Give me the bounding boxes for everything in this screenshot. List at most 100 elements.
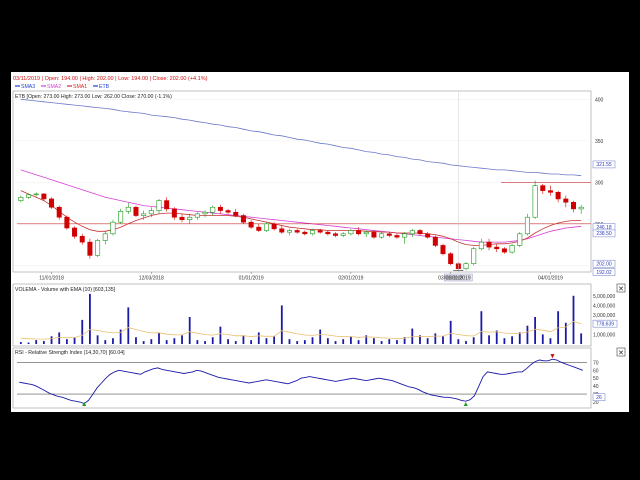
volume-bar: [211, 337, 214, 344]
candle-body: [386, 233, 392, 236]
candle-body: [141, 213, 147, 216]
candle-body: [371, 231, 377, 238]
volume-bar: [526, 325, 529, 344]
rsi-y-tick-label: 40: [593, 384, 599, 390]
candle-body: [402, 233, 408, 238]
volume-bar: [549, 338, 552, 344]
candle-body: [563, 198, 569, 203]
volume-bar: [188, 317, 191, 344]
candle-body: [194, 213, 200, 218]
candle-body: [148, 210, 154, 215]
volume-bar: [65, 339, 68, 344]
candle-body: [110, 221, 116, 235]
volume-bar: [319, 329, 322, 344]
candle-body: [256, 226, 262, 231]
candle-body: [570, 201, 576, 210]
candle-body: [547, 190, 553, 193]
candle-body: [471, 248, 477, 264]
volume-bar: [257, 332, 260, 344]
candle-body: [118, 211, 124, 223]
volume-bar: [564, 322, 567, 344]
volume-bar: [96, 335, 99, 344]
x-tick-label: 01/01/2019: [239, 276, 264, 282]
candle-body: [432, 236, 438, 246]
close-icon: ✕: [618, 350, 624, 357]
candle-body: [578, 206, 584, 210]
price-tag: 202.00: [596, 261, 612, 267]
candle-body: [517, 233, 523, 246]
candle-body: [540, 185, 546, 191]
candle-body: [187, 216, 193, 220]
candle-body: [64, 216, 70, 229]
y-tick-label: 350: [595, 139, 604, 145]
candle-body: [356, 230, 362, 235]
volume-bar: [472, 337, 475, 344]
candle-body: [340, 233, 346, 236]
candle-body: [325, 231, 331, 235]
x-tick-label: 03/01/2019: [438, 276, 463, 282]
rsi-y-tick-label: 60: [593, 368, 599, 374]
volume-y-tick-label: 4,000,000: [593, 303, 615, 309]
candle-body: [263, 223, 269, 231]
volume-bar: [465, 341, 467, 344]
candle-body: [49, 198, 55, 208]
volume-bar: [219, 326, 222, 344]
x-tick-label: 11/01/2018: [39, 276, 64, 282]
candle-body: [394, 235, 400, 238]
candle-body: [271, 223, 277, 230]
candle-body: [56, 206, 62, 218]
volume-bar: [73, 337, 76, 344]
volume-bar: [518, 332, 521, 344]
volume-bar: [181, 335, 183, 344]
volume-bar: [303, 340, 306, 344]
candle-body: [233, 211, 239, 216]
price-tag: 321.55: [596, 162, 612, 168]
candle-body: [87, 241, 93, 256]
price-tag: 192.02: [596, 270, 612, 276]
volume-bar: [112, 338, 114, 344]
x-tick-label: 04/01/2019: [538, 276, 563, 282]
volume-bar: [234, 341, 237, 344]
candle-body: [79, 235, 85, 243]
volume-bar: [388, 339, 391, 344]
volume-bar: [242, 335, 245, 344]
volume-bar: [196, 340, 199, 344]
volume-bar: [442, 336, 444, 344]
legend-label: SMA1: [73, 84, 87, 90]
x-tick-label: 12/03/2018: [139, 276, 164, 282]
volume-bar: [342, 339, 345, 344]
rsi-panel: RSI - Relative Strength Index (14,30,70)…: [12, 347, 626, 409]
volume-bar: [488, 335, 490, 344]
legend-label: SMA2: [47, 84, 61, 90]
candle-body: [486, 241, 492, 248]
volume-bar: [334, 341, 337, 344]
indicator-legend: SMA3 SMA2 SMA1 ETB: [15, 84, 110, 90]
volume-bar: [572, 295, 575, 344]
candle-body: [363, 231, 369, 235]
y-tick-label: 300: [595, 180, 604, 186]
candle-body: [248, 221, 254, 228]
legend-label: SMA3: [21, 84, 35, 90]
volume-bar: [534, 317, 537, 344]
rsi-y-tick-label: 50: [593, 376, 599, 382]
volume-panel-frame: [12, 283, 592, 347]
volume-bar: [457, 339, 460, 344]
volume-bar: [396, 340, 398, 344]
candle-body: [317, 230, 323, 233]
x-tick-label: 02/01/2019: [338, 276, 363, 282]
volume-bar: [204, 341, 206, 344]
volume-bar: [426, 338, 429, 344]
candle-body: [133, 206, 139, 216]
close-icon: ✕: [618, 286, 624, 293]
volume-bar: [227, 339, 229, 344]
volume-bar: [357, 340, 360, 344]
candle-body: [164, 200, 170, 210]
candle-body: [524, 216, 530, 235]
y-tick-label: 400: [595, 97, 604, 103]
volume-bar: [273, 336, 276, 344]
candle-body: [225, 210, 231, 213]
volume-bar: [142, 341, 145, 344]
volume-y-tick-label: 5,000,000: [593, 294, 615, 300]
volume-bar: [104, 340, 107, 344]
volume-bar: [503, 338, 506, 344]
